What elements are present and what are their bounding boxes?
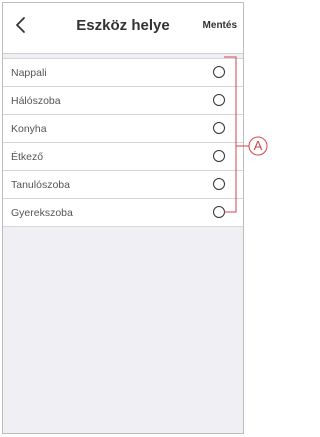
back-arrow-icon[interactable] — [9, 13, 33, 37]
room-label: Gyerekszoba — [11, 206, 73, 219]
radio-button[interactable] — [213, 66, 225, 78]
annotation-callout-label: A — [253, 138, 263, 153]
radio-button[interactable] — [213, 150, 225, 162]
save-button[interactable]: Mentés — [203, 20, 237, 31]
room-label: Tanulószoba — [11, 178, 70, 191]
room-option-gyerekszoba[interactable]: Gyerekszoba — [3, 199, 243, 227]
radio-button[interactable] — [213, 178, 225, 190]
room-option-haloszoba[interactable]: Hálószoba — [3, 87, 243, 115]
room-option-nappali[interactable]: Nappali — [3, 59, 243, 87]
page-title: Eszköz helye — [76, 17, 170, 34]
room-label: Étkező — [11, 150, 44, 163]
room-list: Nappali Hálószoba Konyha Étkező Tanulósz… — [3, 58, 243, 227]
radio-button[interactable] — [213, 94, 225, 106]
room-label: Konyha — [11, 122, 47, 135]
room-option-tanuloszoba[interactable]: Tanulószoba — [3, 171, 243, 199]
phone-screen: Eszköz helye Mentés Nappali Hálószoba Ko… — [2, 2, 244, 434]
room-option-konyha[interactable]: Konyha — [3, 115, 243, 143]
radio-button[interactable] — [213, 206, 225, 218]
app-header: Eszköz helye Mentés — [3, 3, 243, 54]
room-label: Hálószoba — [11, 94, 61, 107]
room-option-etkezo[interactable]: Étkező — [3, 143, 243, 171]
room-label: Nappali — [11, 66, 47, 79]
radio-button[interactable] — [213, 122, 225, 134]
